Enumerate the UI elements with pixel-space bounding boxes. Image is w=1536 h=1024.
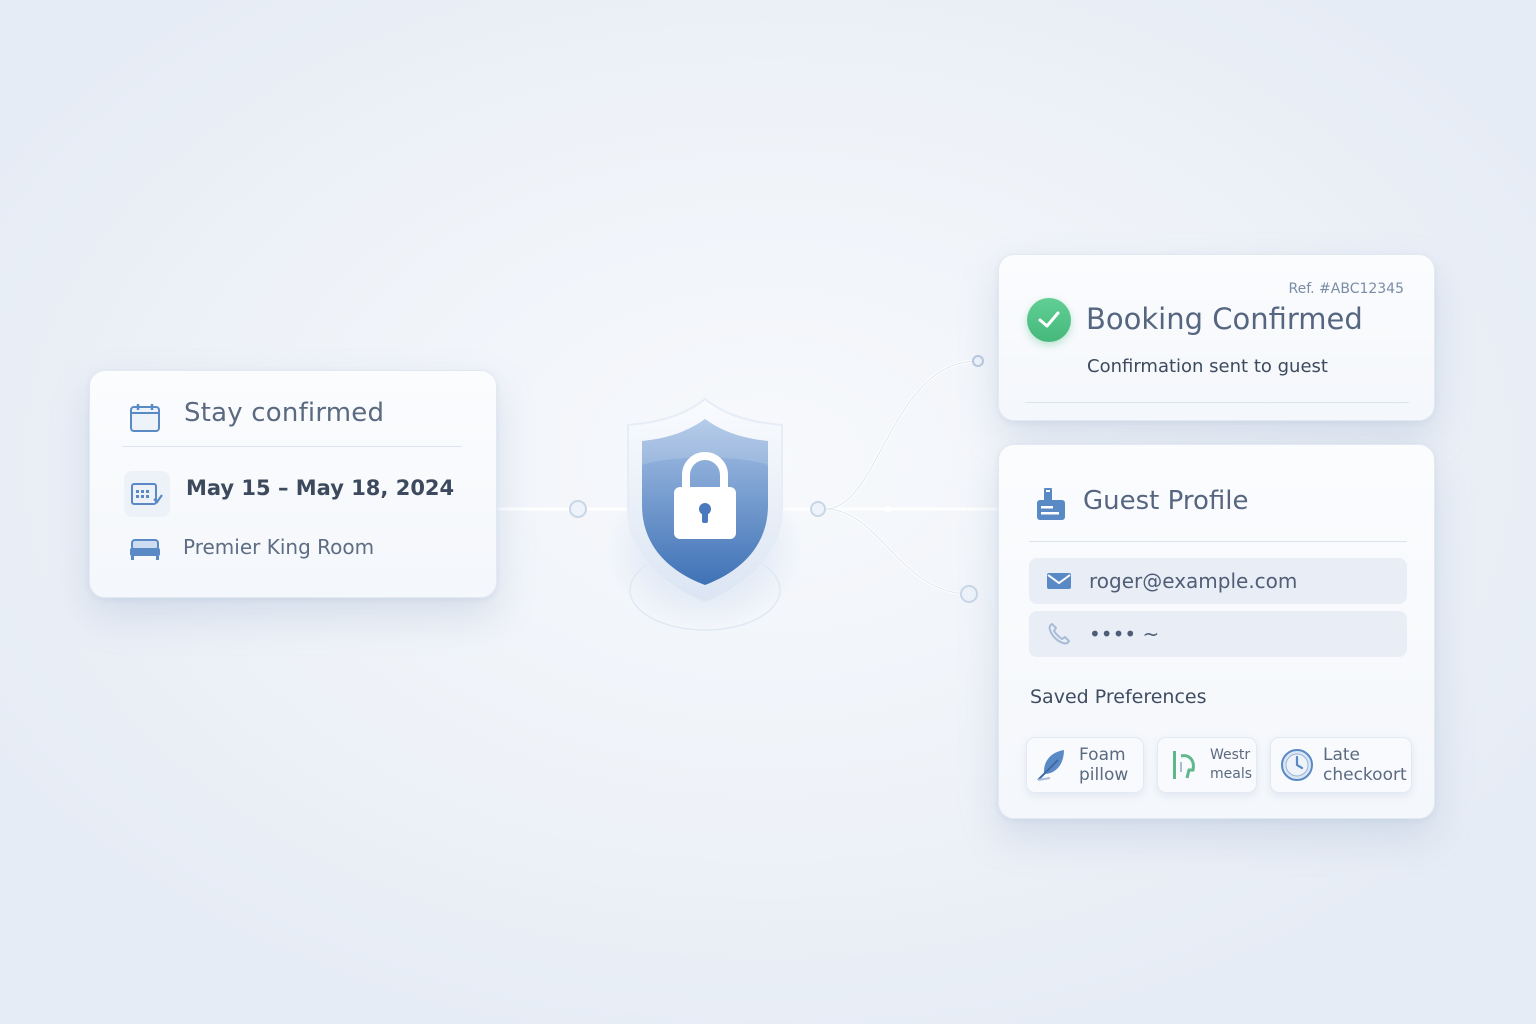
booking-reference: Ref. #ABC12345: [1288, 281, 1405, 297]
stay-title: Stay confirmed: [184, 398, 385, 428]
bed-icon: [128, 536, 162, 562]
stay-confirmed-card: Stay confirmed May 15 – May 18, 2024 Pre…: [89, 370, 497, 598]
profile-title: Guest Profile: [1083, 486, 1249, 516]
security-shield: [600, 385, 810, 635]
preference-label-line2: pillow: [1079, 765, 1129, 785]
email-value: roger@example.com: [1089, 569, 1298, 593]
id-card-icon: [1031, 485, 1071, 525]
booking-confirmed-card: Ref. #ABC12345 Booking Confirmed Confirm…: [998, 254, 1435, 421]
divider: [122, 446, 462, 447]
booking-title: Booking Confirmed: [1086, 302, 1363, 336]
stay-dates: May 15 – May 18, 2024: [186, 476, 455, 500]
preference-chip-western-meals[interactable]: Westr meals: [1157, 737, 1257, 793]
check-icon: [1027, 298, 1071, 342]
sparkle: [885, 506, 891, 512]
connector-node: [972, 355, 984, 367]
preference-chip-foam-pillow[interactable]: Foam pillow: [1026, 737, 1144, 793]
mail-icon: [1029, 572, 1089, 590]
preferences-title: Saved Preferences: [1030, 686, 1207, 708]
connector-node: [569, 500, 587, 518]
phone-icon: [1029, 622, 1089, 646]
connector-node: [960, 585, 978, 603]
phone-field[interactable]: •••• ~: [1029, 611, 1407, 657]
feather-icon: [1027, 746, 1079, 784]
room-type: Premier King Room: [183, 535, 375, 559]
clock-icon: [1271, 748, 1323, 782]
email-field[interactable]: roger@example.com: [1029, 558, 1407, 604]
calendar-icon: [128, 401, 162, 435]
connector-booking: [824, 359, 979, 511]
preference-label-line1: Foam: [1079, 745, 1126, 765]
divider: [1029, 541, 1407, 542]
preference-label-line1: Westr: [1210, 747, 1251, 763]
preference-label-line2: meals: [1210, 766, 1253, 782]
shield-lock-icon: [627, 397, 783, 631]
preference-label-line1: Late: [1323, 745, 1361, 765]
connector-profile: [824, 507, 971, 596]
preference-chip-late-checkout[interactable]: Late checkoort: [1270, 737, 1412, 793]
meal-icon: [1158, 748, 1210, 782]
calendar-check-icon: [124, 471, 170, 517]
divider: [1025, 402, 1409, 403]
connector-node: [810, 501, 826, 517]
guest-profile-card: Guest Profile roger@example.com •••• ~ S…: [998, 444, 1435, 819]
booking-subtitle: Confirmation sent to guest: [1087, 356, 1328, 377]
phone-value: •••• ~: [1089, 622, 1160, 646]
preference-label-line2: checkoort: [1323, 765, 1407, 785]
